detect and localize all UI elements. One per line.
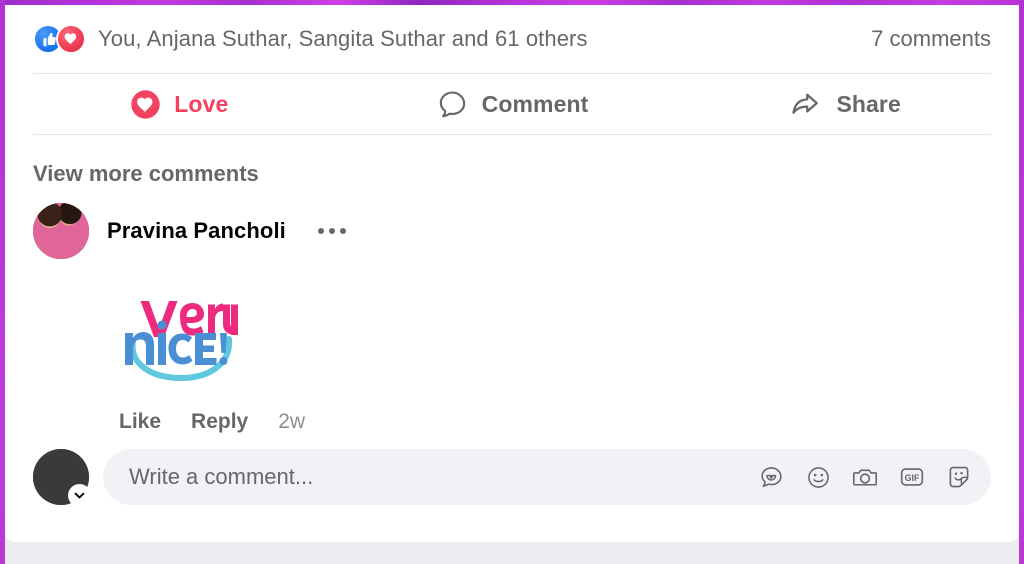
comment-reply-button[interactable]: Reply [191, 410, 248, 434]
heart-icon [56, 24, 86, 54]
window-frame-right [1019, 0, 1024, 564]
comment-button-label: Comment [481, 90, 589, 117]
post-action-bar: Love Comment Share [5, 74, 1019, 134]
current-user-avatar-wrap [33, 449, 91, 507]
comment-timestamp[interactable]: 2w [278, 410, 305, 434]
comment-composer: GIF [5, 439, 1019, 507]
ellipsis-icon[interactable] [314, 222, 350, 240]
screenshot-root: You, Anjana Suthar, Sangita Suthar and 6… [0, 0, 1024, 564]
comment-input[interactable] [129, 464, 745, 490]
camera-icon[interactable] [849, 461, 881, 493]
share-button[interactable]: Share [678, 74, 1011, 134]
comment-item: Pravina Pancholi Like Reply 2w [5, 203, 1019, 439]
comment-like-button[interactable]: Like [119, 410, 161, 434]
comment-actions-row: Like Reply 2w [33, 391, 991, 439]
share-button-label: Share [836, 90, 901, 117]
comment-button[interactable]: Comment [346, 74, 679, 134]
love-button[interactable]: Love [13, 74, 346, 134]
smiley-icon[interactable] [802, 461, 834, 493]
reactions-summary-row: You, Anjana Suthar, Sangita Suthar and 6… [5, 5, 1019, 73]
view-more-comments-row: View more comments [5, 135, 1019, 203]
composer-icon-group: GIF [745, 461, 975, 493]
comment-author-name[interactable]: Pravina Pancholi [107, 218, 286, 244]
svg-text:GIF: GIF [905, 473, 920, 483]
chevron-down-icon[interactable] [68, 484, 91, 507]
post-card: You, Anjana Suthar, Sangita Suthar and 6… [5, 5, 1019, 542]
reaction-badge-group[interactable] [33, 24, 86, 54]
heart-filled-icon [130, 89, 161, 120]
love-button-label: Love [174, 90, 229, 117]
avatar-sticker-icon[interactable] [943, 461, 975, 493]
comment-sticker-wrap [33, 259, 991, 391]
reactions-summary-text[interactable]: You, Anjana Suthar, Sangita Suthar and 6… [98, 26, 588, 52]
sticker-bubble-icon[interactable] [755, 461, 787, 493]
comment-header: Pravina Pancholi [33, 203, 991, 259]
share-arrow-icon [788, 87, 823, 122]
comments-count-label[interactable]: 7 comments [857, 26, 991, 52]
gif-icon[interactable]: GIF [896, 461, 928, 493]
very-nice-sticker [125, 301, 238, 381]
avatar[interactable] [33, 203, 89, 259]
view-more-comments-link[interactable]: View more comments [33, 161, 259, 187]
speech-bubble-icon [436, 88, 469, 121]
comment-input-field[interactable]: GIF [103, 449, 991, 505]
